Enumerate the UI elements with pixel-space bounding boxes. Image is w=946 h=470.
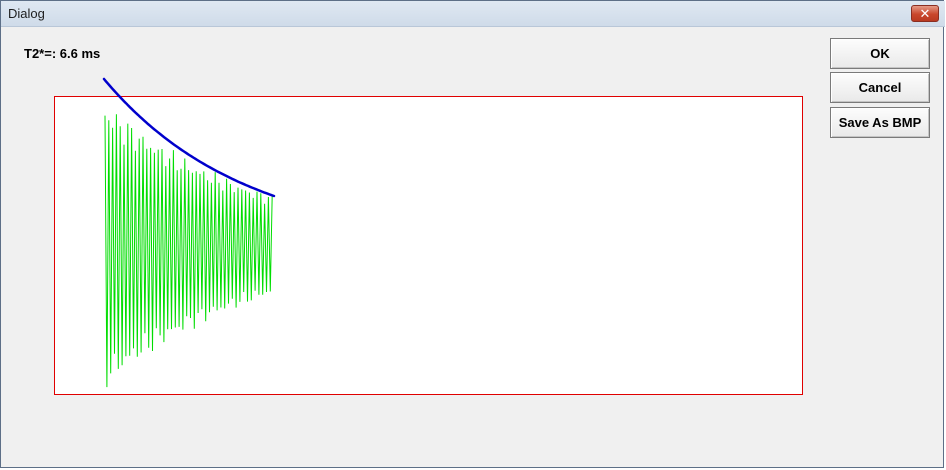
signal-plot — [54, 77, 803, 395]
dialog-window: Dialog ✕ T2*=: 6.6 ms OK Cancel Save As … — [0, 0, 945, 468]
